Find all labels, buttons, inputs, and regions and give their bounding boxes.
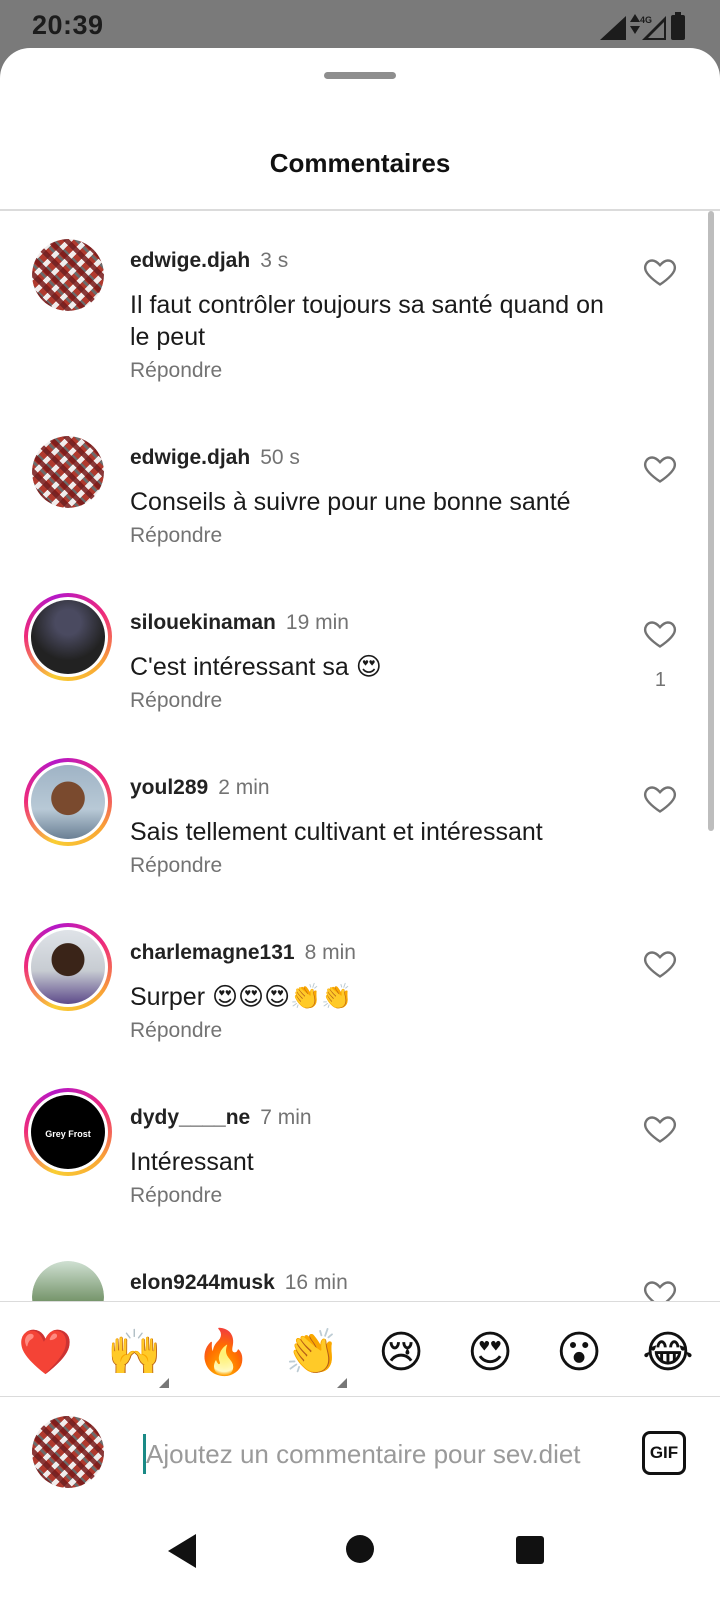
avatar[interactable] [24, 758, 112, 846]
reaction-raised-hands[interactable]: 🙌 [107, 1326, 169, 1388]
reaction-heart-eyes[interactable]: 😍 [463, 1326, 517, 1380]
comment-username[interactable]: elon9244musk 16 min [130, 1271, 348, 1295]
heart-icon[interactable] [642, 253, 678, 289]
signal-icon [600, 16, 626, 40]
reaction-surprised[interactable]: 😮 [552, 1326, 606, 1380]
username-text: youl289 [130, 776, 209, 799]
skin-tone-indicator [337, 1378, 347, 1388]
reply-button[interactable]: Répondre [130, 1184, 222, 1208]
comment-time: 16 min [284, 1271, 348, 1294]
scrollbar[interactable] [708, 211, 714, 831]
like-count: 1 [654, 669, 666, 691]
battery-icon [671, 12, 685, 40]
avatar[interactable] [24, 923, 112, 1011]
status-bar: 20:39 4G [0, 0, 720, 50]
avatar[interactable] [32, 239, 104, 311]
reply-button[interactable]: Répondre [130, 689, 222, 713]
reaction-clap-glyph: 👏 [285, 1327, 340, 1378]
comment-item: edwige.djah 50 s Conseils à suivre pour u… [0, 408, 700, 558]
comment-time: 50 s [260, 446, 300, 469]
comment-time: 3 s [260, 249, 289, 272]
recents-icon[interactable] [516, 1536, 544, 1564]
comment-username[interactable]: silouekinaman 19 min [130, 611, 349, 635]
gif-button[interactable]: GIF [642, 1431, 686, 1475]
home-icon[interactable] [346, 1535, 374, 1563]
comment-username[interactable]: dydy____ne 7 min [130, 1106, 312, 1130]
reaction-crying[interactable]: 😢 [374, 1326, 428, 1380]
comment-time: 8 min [304, 941, 356, 964]
skin-tone-indicator [159, 1378, 169, 1388]
reply-button[interactable]: Répondre [130, 359, 222, 383]
username-text: edwige.djah [130, 249, 251, 272]
username-text: edwige.djah [130, 446, 251, 469]
comment-username[interactable]: charlemagne131 8 min [130, 941, 356, 965]
username-text: charlemagne131 [130, 941, 295, 964]
comment-item: youl289 2 min Sais tellement cultivant et… [0, 738, 700, 888]
reaction-raised-hands-glyph: 🙌 [107, 1327, 162, 1378]
heart-icon[interactable] [642, 1110, 678, 1146]
comment-time: 19 min [285, 611, 349, 634]
heart-icon[interactable] [642, 450, 678, 486]
reaction-heart[interactable]: ❤️ [18, 1326, 73, 1380]
heart-icon[interactable] [642, 615, 678, 651]
status-icons: 4G [600, 12, 686, 40]
comment-time: 7 min [260, 1106, 312, 1129]
avatar[interactable] [24, 593, 112, 681]
comment-composer: GIF [0, 1398, 720, 1502]
avatar-caption: Grey Frost [45, 1129, 91, 1139]
status-time: 20:39 [32, 10, 104, 40]
heart-icon[interactable] [642, 945, 678, 981]
reaction-clap[interactable]: 👏 [285, 1326, 347, 1388]
comment-username[interactable]: edwige.djah 50 s [130, 446, 300, 470]
sheet-title: Commentaires [269, 148, 451, 178]
comment-username[interactable]: youl289 2 min [130, 776, 270, 800]
system-nav-bar [0, 1502, 720, 1600]
reply-button[interactable]: Répondre [130, 1019, 222, 1043]
comment-item: Grey Frost dydy____ne 7 min Intéressant R… [0, 1068, 700, 1218]
comment-text: Surper 😍😍😍👏👏 [130, 983, 353, 1011]
heart-icon[interactable] [642, 780, 678, 816]
comment-item: edwige.djah 3 s Il faut contrôler toujour… [0, 211, 700, 382]
comment-text: Intéressant [130, 1148, 254, 1176]
comment-text: C'est intéressant sa 😍 [130, 653, 382, 681]
back-icon[interactable] [168, 1534, 196, 1568]
username-text: silouekinaman [130, 611, 276, 634]
drag-handle[interactable] [324, 72, 396, 79]
comment-item: charlemagne131 8 min Surper 😍😍😍👏👏 Répondr… [0, 903, 700, 1053]
username-text: dydy____ne [130, 1106, 251, 1129]
current-user-avatar [32, 1416, 104, 1488]
reaction-fire[interactable]: 🔥 [196, 1326, 251, 1380]
comments-list[interactable]: edwige.djah 3 s Il faut contrôler toujour… [0, 211, 720, 1349]
comment-time: 2 min [218, 776, 270, 799]
quick-reactions-bar: ❤️ 🙌 🔥 👏 😢 😍 😮 😂 [0, 1301, 720, 1397]
avatar[interactable]: Grey Frost [24, 1088, 112, 1176]
comment-text: Conseils à suivre pour une bonne santé [130, 488, 571, 516]
reply-button[interactable]: Répondre [130, 524, 222, 548]
reply-button[interactable]: Répondre [130, 854, 222, 878]
avatar[interactable] [32, 436, 104, 508]
network-4g-icon: 4G [630, 14, 666, 40]
comment-text: Il faut contrôler toujours sa santé quan… [130, 291, 604, 351]
comment-text: Sais tellement cultivant et intéressant [130, 818, 543, 846]
comment-username[interactable]: edwige.djah 3 s [130, 249, 288, 273]
username-text: elon9244musk [130, 1271, 275, 1294]
reaction-laughing[interactable]: 😂 [641, 1326, 695, 1380]
network-4g-label: 4G [640, 15, 652, 25]
comment-item: silouekinaman 19 min C'est intéressant sa… [0, 573, 700, 723]
comment-input[interactable] [146, 1432, 608, 1476]
